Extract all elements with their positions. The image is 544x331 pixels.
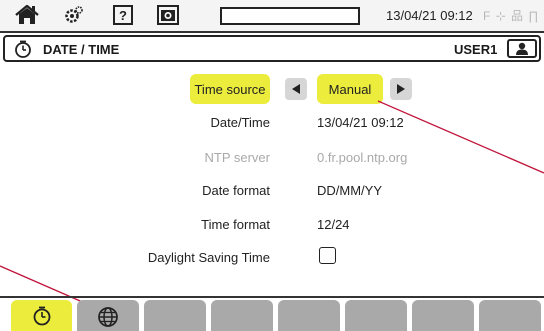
date-time-screen: ? 13/04/21 09:12 F ⊹ 品 ∏ DATE / TIME USE…	[0, 0, 544, 331]
callout-lines	[0, 100, 544, 315]
tab-empty-4[interactable]	[211, 300, 273, 331]
tab-empty-3[interactable]	[144, 300, 206, 331]
tab-empty-8[interactable]	[479, 300, 541, 331]
callout-line-time-source	[377, 100, 544, 174]
bottom-tab-bar	[0, 297, 544, 331]
tab-empty-5[interactable]	[278, 300, 340, 331]
tab-empty-7[interactable]	[412, 300, 474, 331]
tab-globe[interactable]	[77, 300, 139, 331]
tab-clock[interactable]	[11, 300, 72, 331]
tab-empty-6[interactable]	[345, 300, 407, 331]
globe-icon	[77, 306, 139, 328]
clock-icon	[11, 306, 72, 326]
